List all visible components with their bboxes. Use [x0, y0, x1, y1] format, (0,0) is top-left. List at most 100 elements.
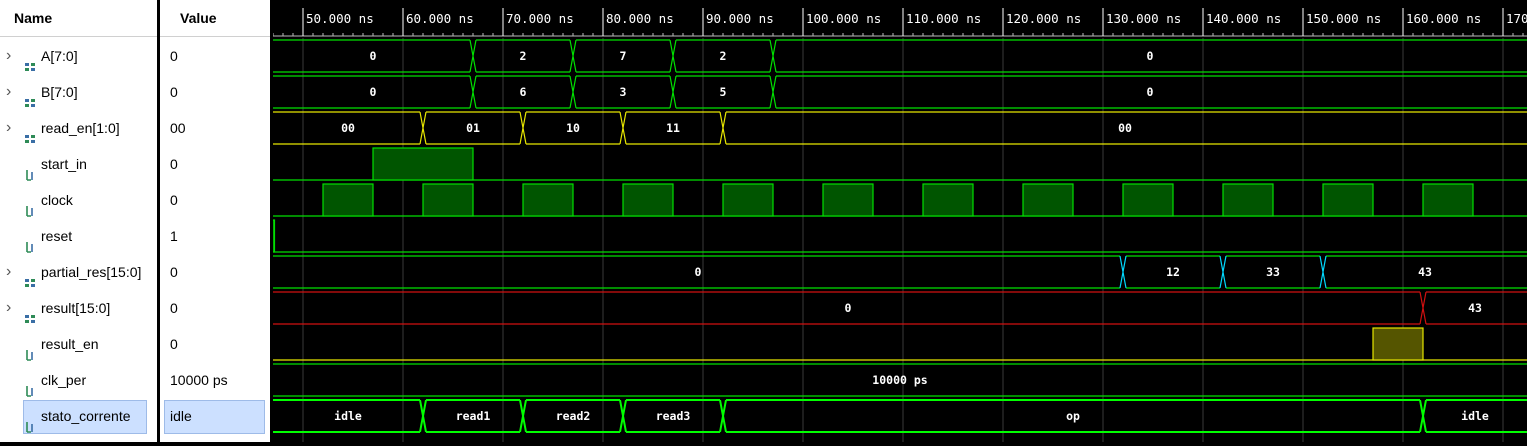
signal-row[interactable]: result_en [0, 326, 157, 362]
bus-transition [769, 39, 777, 73]
bit-high-pulse [1122, 183, 1174, 217]
signal-row[interactable]: › A[7:0] [0, 38, 157, 74]
signal-name: start_in [41, 156, 87, 172]
bus-transition [419, 111, 427, 145]
bus-transition [769, 75, 777, 109]
bit-high-pulse [722, 183, 774, 217]
signal-row[interactable]: clk_per [0, 362, 157, 398]
bit-high-pulse [372, 147, 474, 181]
bus-value-label: 33 [1266, 265, 1280, 279]
bus-value-label: 10 [566, 121, 580, 135]
bit-high-pulse [422, 183, 474, 217]
bus-value-label: read2 [556, 409, 591, 423]
bus-transition [419, 399, 427, 433]
value-row[interactable]: 0 [160, 146, 270, 182]
signal-row[interactable]: reset [0, 218, 157, 254]
signal-row[interactable]: › partial_res[15:0] [0, 254, 157, 290]
bus-transition [519, 111, 527, 145]
bus-transition [1219, 255, 1227, 289]
signal-row[interactable]: stato_corrente [0, 398, 157, 434]
bus-transition [1419, 291, 1427, 325]
ruler-tick-label: 80.000 ns [606, 11, 674, 26]
bus-value-label: 7 [620, 49, 627, 63]
signal-value: 0 [170, 156, 178, 172]
bus-transition [569, 39, 577, 73]
bus-value-label: read1 [456, 409, 491, 423]
value-header-label: Value [180, 10, 217, 26]
signal-value: 0 [170, 264, 178, 280]
expand-chevron-icon[interactable]: › [6, 74, 16, 110]
bus-value-label: 11 [666, 121, 680, 135]
value-row[interactable]: 10000 ps [160, 362, 270, 398]
signal-row[interactable]: › result[15:0] [0, 290, 157, 326]
bus-value-label: 43 [1418, 265, 1432, 279]
ruler-tick-label: 50.000 ns [306, 11, 374, 26]
bus-value-label: 00 [1118, 121, 1132, 135]
ruler-tick-label: 160.000 ns [1406, 11, 1481, 26]
bus-value-label: 5 [720, 85, 727, 99]
ruler-tick-label: 140.000 ns [1206, 11, 1281, 26]
waveform-row: 0 6 3 5 0 [273, 75, 1527, 109]
bus-icon [24, 302, 36, 323]
bus-transition [619, 399, 627, 433]
bus-transition [1419, 399, 1427, 433]
bus-value-label: idle [1461, 409, 1489, 423]
signal-value: 00 [170, 120, 186, 136]
signal-name: result_en [41, 336, 99, 352]
expand-chevron-icon[interactable]: › [6, 290, 16, 326]
value-row[interactable]: 0 [160, 254, 270, 290]
signal-row[interactable]: › B[7:0] [0, 74, 157, 110]
bit-high-pulse [273, 219, 276, 253]
bus-value-label: idle [334, 409, 362, 423]
bit-high-pulse [622, 183, 674, 217]
value-row[interactable]: 0 [160, 326, 270, 362]
signal-name: A[7:0] [41, 48, 78, 64]
waveform-canvas[interactable]: 50.000 ns 60.000 ns 70.000 ns 80.000 ns 90.0… [273, 0, 1527, 442]
expand-chevron-icon[interactable]: › [6, 254, 16, 290]
bit-signal-icon [24, 194, 36, 217]
signal-name: reset [41, 228, 73, 244]
bus-value-label: 43 [1468, 301, 1482, 315]
bit-high-pulse [822, 183, 874, 217]
signal-value: idle [170, 408, 192, 424]
signal-row[interactable]: › read_en[1:0] [0, 110, 157, 146]
waveform-row [273, 147, 1527, 181]
expand-chevron-icon[interactable]: › [6, 38, 16, 74]
signal-name: clk_per [41, 372, 87, 388]
waveform-row: 0 43 [273, 291, 1527, 325]
value-row[interactable]: idle [160, 398, 270, 434]
signal-value: 0 [170, 84, 178, 100]
bus-value-label: 0 [370, 49, 377, 63]
ruler-tick-label: 150.000 ns [1306, 11, 1381, 26]
bus-transition [619, 111, 627, 145]
signal-name: result[15:0] [41, 300, 111, 316]
bus-value-label: 00 [341, 121, 355, 135]
signal-value: 0 [170, 300, 178, 316]
bus-value-label: 2 [520, 49, 527, 63]
ruler-tick-label: 120.000 ns [1006, 11, 1081, 26]
value-row[interactable]: 0 [160, 74, 270, 110]
bit-high-pulse [1422, 183, 1474, 217]
value-row[interactable]: 0 [160, 38, 270, 74]
constant-value-label: 10000 ps [872, 373, 927, 387]
value-row[interactable]: 00 [160, 110, 270, 146]
signal-name: stato_corrente [41, 408, 131, 424]
bit-high-pulse [1372, 327, 1424, 361]
signal-row[interactable]: clock [0, 182, 157, 218]
signal-row[interactable]: start_in [0, 146, 157, 182]
value-row[interactable]: 1 [160, 218, 270, 254]
bus-value-label: 0 [695, 265, 702, 279]
bus-transition [719, 111, 727, 145]
bit-high-pulse [1022, 183, 1074, 217]
signal-name: partial_res[15:0] [41, 264, 142, 280]
bit-signal-icon [24, 230, 36, 253]
value-column-header[interactable]: Value [160, 0, 270, 37]
signal-value: 0 [170, 336, 178, 352]
bus-transition [1319, 255, 1327, 289]
bus-icon [24, 266, 36, 287]
name-column-header[interactable]: Name [0, 0, 157, 37]
expand-chevron-icon[interactable]: › [6, 110, 16, 146]
value-row[interactable]: 0 [160, 290, 270, 326]
value-row[interactable]: 0 [160, 182, 270, 218]
ruler-tick-label: 70.000 ns [506, 11, 574, 26]
